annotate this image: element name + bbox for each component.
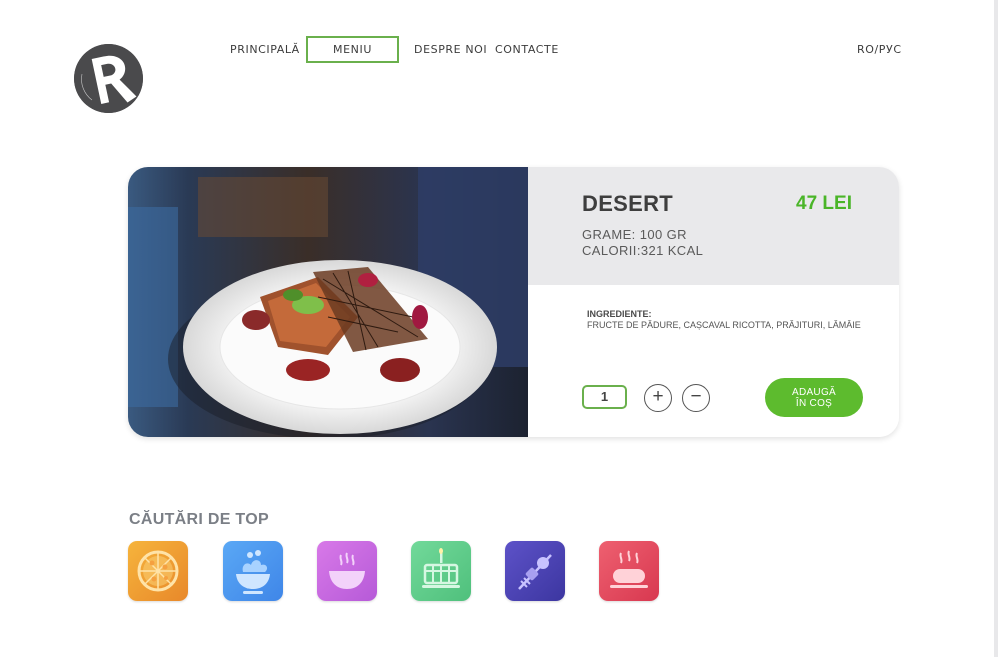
skewer-icon [518,554,552,590]
category-cake[interactable] [411,541,471,601]
nav-item-meniu[interactable]: MENIU [306,36,399,63]
scrollbar-track [994,0,998,657]
category-grill[interactable] [599,541,659,601]
product-info-body: INGREDIENTE: FRUCTE DE PĂDURE, CAȘCAVAL … [528,285,899,437]
logo-r-icon [74,44,143,113]
dessert-photo [128,167,528,437]
nav-item-contacte[interactable]: CONTACTE [495,36,559,63]
category-pizza[interactable] [128,541,188,601]
product-price: 47 LEI [796,193,852,214]
top-searches-title: CĂUTĂRI DE TOP [129,511,269,528]
product-card: DESERT 47 LEI GRAME: 100 GR CALORII:321 … [128,167,899,437]
cake-icon [422,548,460,588]
add-to-cart-button[interactable]: ADAUGĂ ÎN COȘ [765,378,863,417]
product-info-header: DESERT 47 LEI GRAME: 100 GR CALORII:321 … [528,167,899,285]
increase-quantity-button[interactable]: + [644,384,672,412]
nav-item-principala[interactable]: PRINCIPALĂ [230,36,300,63]
add-to-cart-line2: ÎN COȘ [795,397,833,409]
language-switcher[interactable]: RO/PУC [857,36,902,63]
decrease-quantity-button[interactable]: − [682,384,710,412]
ingredients-label: INGREDIENTE: [587,309,652,319]
grill-sausage-icon [610,550,648,588]
product-calories: CALORII:321 KCAL [582,243,704,258]
product-title: DESERT [582,191,674,216]
product-weight: GRAME: 100 GR [582,227,687,242]
restaurant-logo[interactable] [74,44,143,113]
ingredients-text: FRUCTE DE PĂDURE, CAȘCAVAL RICOTTA, PRĂJ… [587,320,861,330]
category-salad[interactable] [223,541,283,601]
quantity-input[interactable]: 1 [582,385,627,409]
category-skewer[interactable] [505,541,565,601]
add-to-cart-line1: ADAUGĂ [791,386,837,398]
pizza-icon [137,550,179,592]
soup-icon [329,552,365,589]
nav-item-despre-noi[interactable]: DESPRE NOI [414,36,487,63]
salad-bowl-icon [236,550,270,594]
category-soup[interactable] [317,541,377,601]
